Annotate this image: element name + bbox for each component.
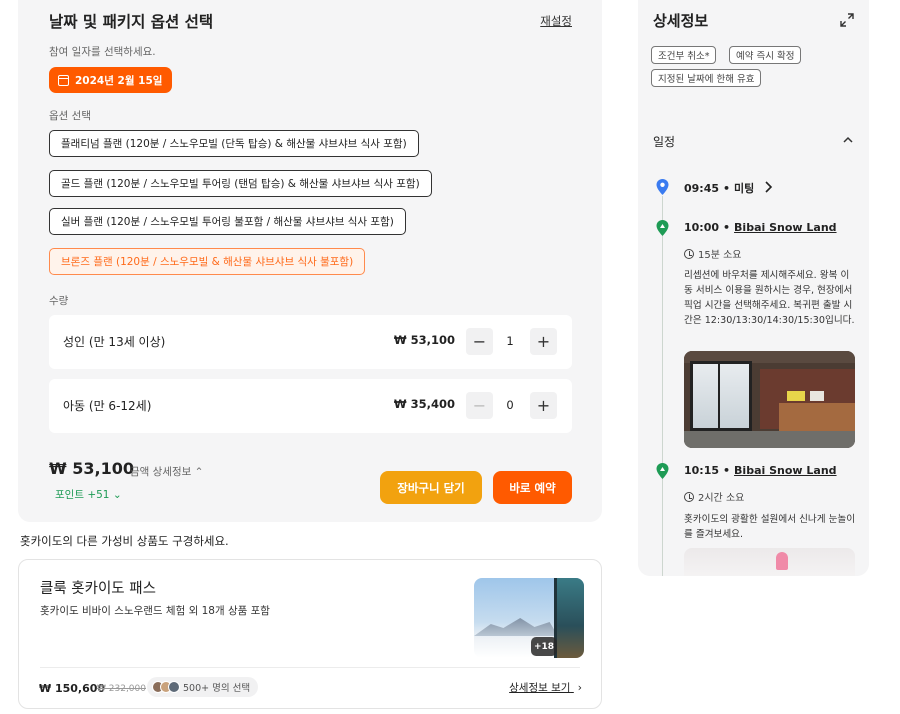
quantity-value: 0	[506, 398, 514, 412]
expand-icon[interactable]	[840, 13, 854, 27]
product-title: 클룩 홋카이도 패스	[40, 581, 156, 597]
chevron-up-icon[interactable]	[842, 134, 854, 146]
price-detail-toggle[interactable]: 금액 상세정보 ⌃	[130, 464, 203, 479]
quantity-row-child: 아동 (만 6-12세) ₩ 35,400 − 0 +	[49, 379, 572, 433]
quantity-value: 1	[506, 334, 514, 348]
card-divider	[40, 667, 580, 668]
product-detail-link[interactable]: 상세정보 보기 ›	[509, 680, 582, 695]
timeline-description: 홋카이도의 광활한 설원에서 신나게 눈놀이를 즐겨보세요.	[684, 514, 856, 540]
points-toggle[interactable]: 포인트 +51 ⌄	[55, 487, 122, 502]
snowland-reception-photo[interactable]	[684, 351, 855, 448]
total-price: ₩ 53,100	[49, 459, 134, 478]
detail-panel: 상세정보 조건부 취소* 예약 즉시 확정 지정된 날짜에 한해 유효 일정 0…	[638, 0, 869, 576]
product-subtitle: 홋카이도 비바이 스노우랜드 체험 외 18개 상품 포함	[40, 605, 270, 617]
product-card[interactable]: 클룩 홋카이도 패스 홋카이도 비바이 스노우랜드 체험 외 18개 상품 포함…	[18, 559, 602, 709]
option-bronze[interactable]: 브론즈 플랜 (120분 / 스노우모빌 & 해산물 샤브샤브 식사 불포함)	[49, 248, 366, 275]
reset-link[interactable]: 재설정	[540, 13, 572, 29]
plus-icon: +	[536, 396, 551, 415]
calendar-icon	[58, 74, 69, 86]
product-price: ₩ 150,600	[39, 682, 106, 695]
popularity-text: 500+ 명의 선택	[183, 683, 251, 694]
product-thumbnail: +18	[474, 578, 584, 658]
timeline-step-snowland-1: 10:00 • Bibai Snow Land	[684, 221, 837, 234]
chevron-right-icon: ›	[577, 682, 582, 694]
schedule-label: 일정	[653, 135, 676, 149]
activity-pin-icon	[656, 220, 669, 236]
clock-icon	[684, 491, 694, 502]
quantity-row-price: ₩ 53,100	[393, 333, 455, 347]
increment-button[interactable]: +	[530, 392, 557, 419]
quantity-row-label: 성인 (만 13세 이상)	[63, 335, 166, 349]
option-label: 옵션 선택	[49, 110, 91, 122]
chevron-right-icon[interactable]	[764, 181, 773, 193]
avatar	[168, 681, 180, 693]
activity-pin-icon	[656, 463, 669, 479]
timeline-line	[662, 196, 663, 576]
tag-valid-date: 지정된 날짜에 한해 유효	[651, 69, 762, 87]
tag-instant-confirm: 예약 즉시 확정	[729, 46, 802, 64]
options-title: 날짜 및 패키지 옵션 선택	[49, 13, 214, 31]
option-gold[interactable]: 골드 플랜 (120분 / 스노우모빌 투어링 (탠덤 탑승) & 해산물 샤브…	[49, 170, 432, 197]
selected-date: 2024년 2월 15일	[75, 74, 163, 87]
options-panel: 날짜 및 패키지 옵션 선택 재설정 참여 일자를 선택하세요. 2024년 2…	[18, 0, 602, 522]
option-silver[interactable]: 실버 플랜 (120분 / 스노우모빌 투어링 불포함 / 해산물 샤브샤브 식…	[49, 208, 406, 235]
timeline-duration: 15분 소요	[684, 246, 742, 261]
product-original-price: ₩ 232,000	[97, 684, 146, 694]
date-picker-button[interactable]: 2024년 2월 15일	[49, 67, 173, 93]
date-label: 참여 일자를 선택하세요.	[49, 46, 156, 58]
decrement-button[interactable]: −	[466, 392, 493, 419]
detail-title: 상세정보	[653, 12, 709, 30]
clock-icon	[684, 248, 694, 259]
quantity-row-price: ₩ 35,400	[393, 397, 455, 411]
minus-icon: −	[472, 332, 487, 351]
timeline-step-snowland-2: 10:15 • Bibai Snow Land	[684, 464, 837, 477]
more-count-badge: +18	[531, 637, 557, 656]
book-now-button[interactable]: 바로 예약	[493, 471, 572, 504]
quantity-label: 수량	[49, 295, 69, 307]
place-link[interactable]: Bibai Snow Land	[734, 464, 837, 477]
snow-play-photo[interactable]	[684, 548, 855, 576]
decrement-button[interactable]: −	[466, 328, 493, 355]
tag-cancellation: 조건부 취소*	[651, 46, 717, 64]
other-products-heading: 홋카이도의 다른 가성비 상품도 구경하세요.	[20, 534, 229, 548]
minus-icon: −	[472, 396, 487, 415]
quantity-row-label: 아동 (만 6-12세)	[63, 399, 152, 413]
plus-icon: +	[536, 332, 551, 351]
increment-button[interactable]: +	[530, 328, 557, 355]
product-detail-link-label: 상세정보 보기	[509, 682, 571, 694]
avatar-group	[152, 681, 180, 693]
timeline-description: 리셉션에 바우처를 제시해주세요. 왕복 이동 서비스 이용을 원하시는 경우,…	[684, 270, 855, 326]
timeline-step-meeting: 09:45 • 미팅	[684, 182, 755, 195]
timeline-duration: 2시간 소요	[684, 489, 744, 504]
option-platinum[interactable]: 플래티넘 플랜 (120분 / 스노우모빌 (단독 탑승) & 해산물 샤브샤브…	[49, 130, 419, 157]
place-link[interactable]: Bibai Snow Land	[734, 221, 837, 234]
quantity-row-adult: 성인 (만 13세 이상) ₩ 53,100 − 1 +	[49, 315, 572, 369]
add-to-cart-button[interactable]: 장바구니 담기	[380, 471, 482, 504]
location-pin-icon	[656, 179, 669, 195]
